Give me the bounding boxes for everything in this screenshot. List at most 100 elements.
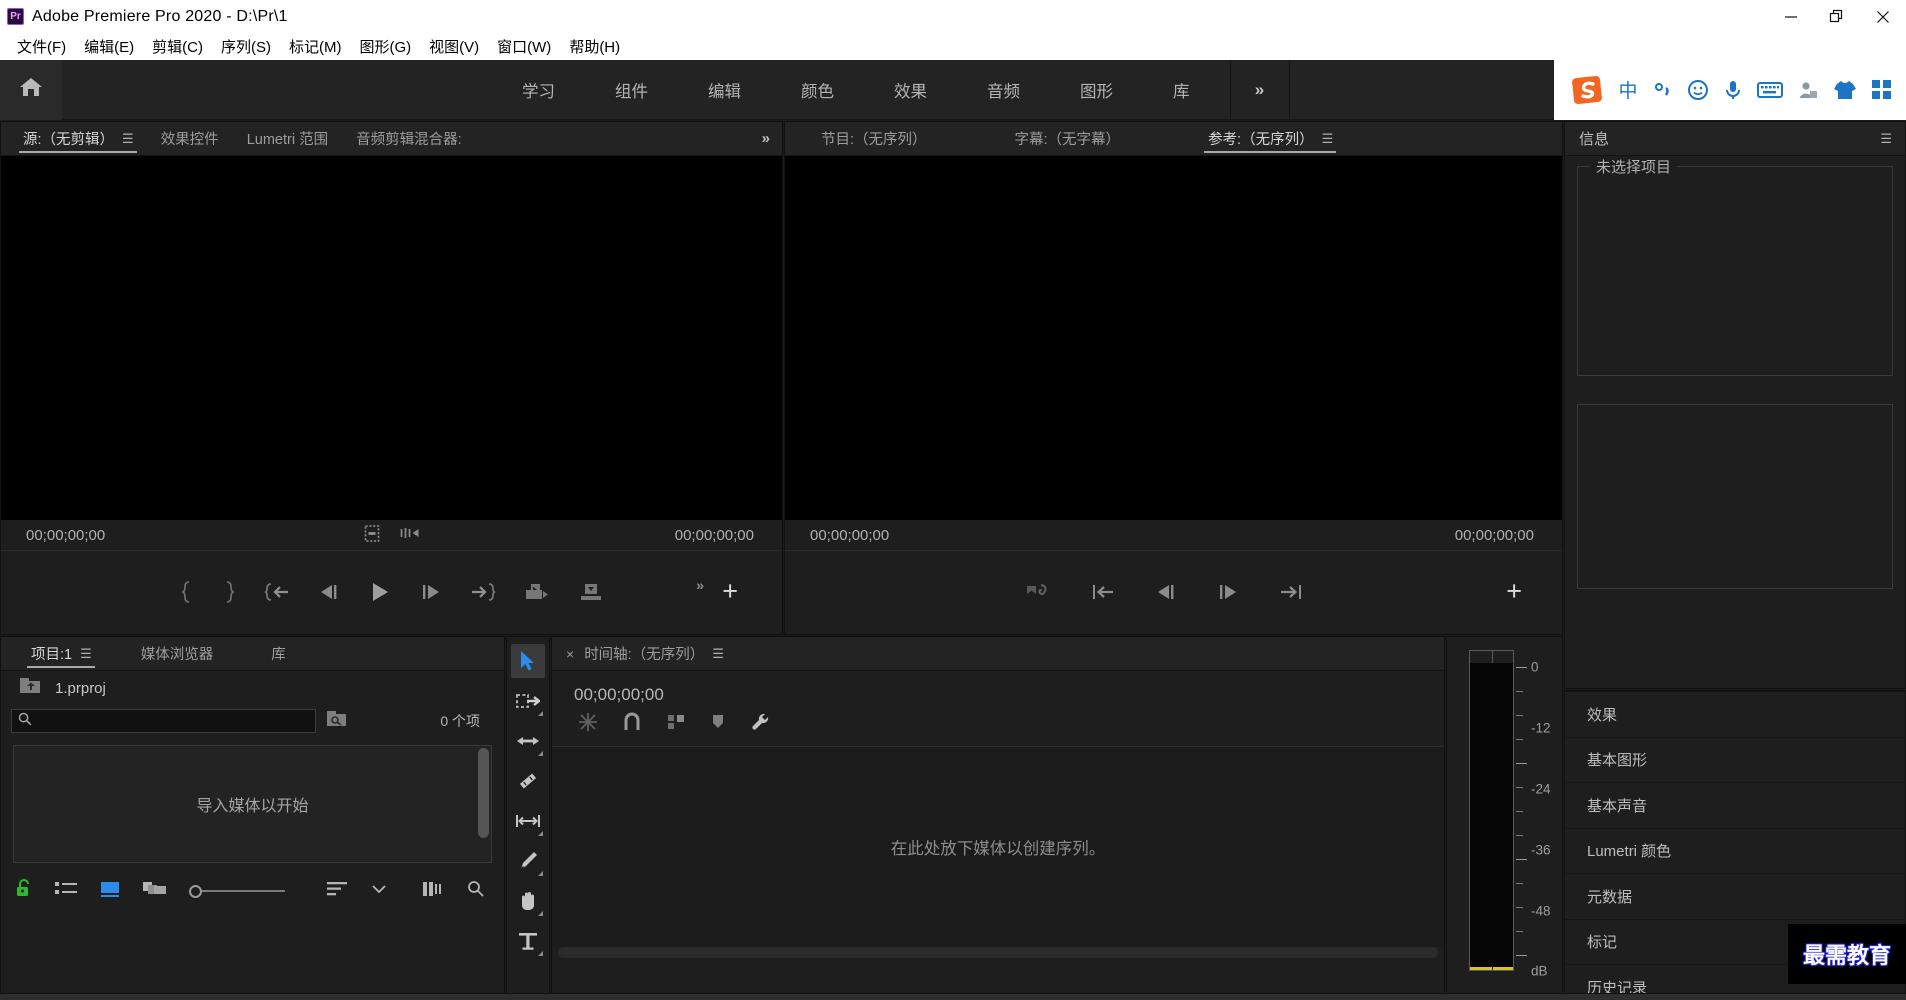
- audio-meter[interactable]: 0 -12 -24 -36 -48 dB: [1447, 637, 1562, 993]
- maximize-button[interactable]: [1814, 0, 1860, 33]
- source-button-editor-add[interactable]: +: [722, 578, 738, 605]
- list-view-icon[interactable]: [55, 881, 77, 902]
- workspace-tab-learning[interactable]: 学习: [492, 60, 585, 120]
- linked-selection-icon[interactable]: [666, 712, 686, 737]
- timeline-dropzone[interactable]: 在此处放下媒体以创建序列。: [552, 747, 1444, 947]
- thumbnail-zoom-slider[interactable]: [189, 884, 285, 898]
- tab-source[interactable]: 源:（无剪辑） ☰: [9, 122, 147, 156]
- tab-audio-clip-mixer[interactable]: 音频剪辑混合器:: [342, 122, 476, 156]
- emoji-icon[interactable]: [1687, 79, 1709, 101]
- playback-resolution-icon[interactable]: [399, 526, 419, 544]
- panel-menu-icon[interactable]: ☰: [1322, 131, 1334, 147]
- step-back-icon[interactable]: [1155, 582, 1177, 602]
- icon-view-icon[interactable]: [99, 881, 121, 902]
- workspace-tab-editing[interactable]: 编辑: [678, 60, 771, 120]
- menu-view[interactable]: 视图(V): [420, 34, 488, 59]
- tab-timeline[interactable]: 时间轴:（无序列） ☰: [584, 637, 737, 671]
- program-playhead-timecode[interactable]: 00;00;00;00: [810, 527, 889, 544]
- menu-file[interactable]: 文件(F): [8, 34, 75, 59]
- freeform-view-icon[interactable]: [143, 880, 167, 903]
- step-back-icon[interactable]: [318, 582, 340, 602]
- type-tool[interactable]: [511, 924, 545, 958]
- program-monitor-video-area[interactable]: [785, 156, 1562, 520]
- ripple-edit-tool[interactable]: [511, 724, 545, 758]
- panel-header-essential-graphics[interactable]: 基本图形: [1565, 736, 1905, 783]
- mark-out-icon[interactable]: [222, 581, 236, 603]
- timeline-horizontal-scrollbar[interactable]: [558, 947, 1438, 958]
- toolbox-icon[interactable]: [1871, 79, 1893, 101]
- project-media-dropzone[interactable]: 导入媒体以开始: [13, 745, 492, 863]
- lock-icon[interactable]: [15, 879, 33, 903]
- step-forward-icon[interactable]: [420, 582, 442, 602]
- sogou-logo-icon[interactable]: [1571, 74, 1603, 106]
- mark-in-icon[interactable]: [180, 581, 194, 603]
- panel-menu-icon[interactable]: ☰: [80, 646, 92, 662]
- workspace-tab-audio[interactable]: 音频: [957, 60, 1050, 120]
- tab-program[interactable]: 节目:（无序列）: [807, 122, 941, 156]
- panel-header-essential-sound[interactable]: 基本声音: [1565, 782, 1905, 828]
- panel-header-metadata[interactable]: 元数据: [1565, 873, 1905, 919]
- menu-marker[interactable]: 标记(M): [280, 34, 351, 59]
- menu-window[interactable]: 窗口(W): [488, 34, 560, 59]
- program-duration-timecode[interactable]: 00;00;00;00: [1455, 527, 1534, 544]
- snap-icon[interactable]: [622, 712, 642, 737]
- voice-input-icon[interactable]: [1723, 79, 1743, 101]
- razor-tool[interactable]: [511, 764, 545, 798]
- add-marker-icon[interactable]: [1025, 582, 1051, 602]
- user-account-icon[interactable]: [1797, 79, 1819, 101]
- slip-tool[interactable]: [511, 804, 545, 838]
- panel-header-lumetri-color[interactable]: Lumetri 颜色: [1565, 827, 1905, 874]
- workspace-tab-effects[interactable]: 效果: [864, 60, 957, 120]
- source-controls-overflow[interactable]: »: [696, 577, 704, 593]
- fit-frame-icon[interactable]: [364, 524, 379, 546]
- sort-icon[interactable]: [327, 881, 349, 902]
- source-tabs-overflow[interactable]: »: [750, 130, 782, 147]
- timeline-settings-icon[interactable]: [750, 711, 772, 738]
- workspace-tab-graphics[interactable]: 图形: [1050, 60, 1143, 120]
- panel-menu-icon[interactable]: ☰: [712, 646, 724, 662]
- menu-clip[interactable]: 剪辑(C): [143, 34, 212, 59]
- add-marker-icon[interactable]: [710, 713, 726, 736]
- close-icon[interactable]: ×: [566, 646, 574, 662]
- hand-tool[interactable]: [511, 884, 545, 918]
- info-panel-header[interactable]: 信息 ☰: [1565, 122, 1905, 156]
- workspace-tab-libraries[interactable]: 库: [1143, 60, 1220, 120]
- chinese-mode-icon[interactable]: 中: [1617, 79, 1639, 101]
- tab-captions[interactable]: 字幕:（无字幕）: [1001, 122, 1135, 156]
- tab-reference[interactable]: 参考:（无序列） ☰: [1194, 122, 1346, 156]
- punctuation-mode-icon[interactable]: [1653, 80, 1673, 100]
- zoom-slider-track[interactable]: [202, 890, 285, 892]
- nest-sequence-icon[interactable]: [578, 712, 598, 737]
- tab-libraries[interactable]: 库: [257, 637, 300, 671]
- find-icon[interactable]: [467, 880, 485, 903]
- search-input[interactable]: [38, 713, 315, 729]
- program-scrub-bar[interactable]: [785, 550, 1562, 564]
- go-to-out-icon[interactable]: [470, 582, 496, 602]
- source-playhead-timecode[interactable]: 00;00;00;00: [26, 527, 105, 544]
- workspace-tab-assembly[interactable]: 组件: [585, 60, 678, 120]
- panel-menu-icon[interactable]: ☰: [1880, 131, 1892, 147]
- source-duration-timecode[interactable]: 00;00;00;00: [675, 527, 754, 544]
- timeline-playhead-timecode[interactable]: 00;00;00;00: [552, 671, 1444, 711]
- panel-header-effects[interactable]: 效果: [1565, 691, 1905, 737]
- chevron-down-icon[interactable]: [371, 882, 387, 900]
- project-search-box[interactable]: [11, 709, 316, 733]
- tab-effect-controls[interactable]: 效果控件: [147, 122, 233, 156]
- project-scrollbar[interactable]: [478, 748, 489, 838]
- go-to-out-icon[interactable]: [1279, 582, 1303, 602]
- source-scrub-bar[interactable]: [1, 550, 782, 564]
- soft-keyboard-icon[interactable]: [1757, 80, 1783, 100]
- insert-icon[interactable]: [524, 581, 550, 603]
- menu-help[interactable]: 帮助(H): [560, 34, 629, 59]
- zoom-slider-knob[interactable]: [189, 884, 202, 898]
- menu-graphics[interactable]: 图形(G): [350, 34, 420, 59]
- project-file-name[interactable]: 1.prproj: [55, 680, 106, 697]
- minimize-button[interactable]: [1768, 0, 1814, 33]
- skin-icon[interactable]: [1833, 79, 1857, 101]
- menu-sequence[interactable]: 序列(S): [212, 34, 280, 59]
- play-icon[interactable]: [368, 580, 392, 604]
- go-to-in-icon[interactable]: [264, 582, 290, 602]
- home-button[interactable]: [0, 59, 62, 120]
- tab-media-browser[interactable]: 媒体浏览器: [127, 637, 228, 671]
- selection-tool[interactable]: [511, 644, 545, 678]
